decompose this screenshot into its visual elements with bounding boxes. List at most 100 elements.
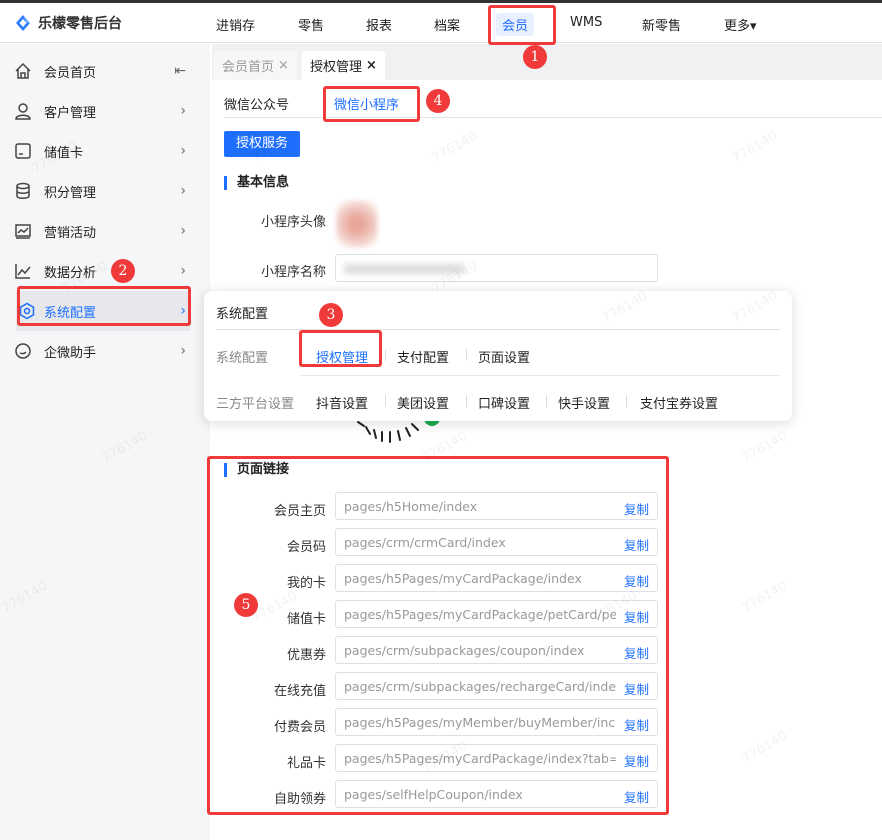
sidebar: 会员首页 ⇤ 客户管理 › 储值卡 › 积分管理 › 营销活动 › 数据分析 › 系统配置…	[0, 44, 210, 840]
link-label: 在线充值	[273, 684, 326, 699]
link-field[interactable]: pages/crm/subpackages/coupon/index 复制	[335, 636, 658, 664]
nav-inventory[interactable]: 进销存	[216, 15, 255, 34]
sidebar-item-stored-card[interactable]: 储值卡 ›	[0, 131, 200, 171]
chat-icon	[15, 343, 31, 359]
miniprogram-name-field[interactable]	[335, 254, 658, 282]
sidebar-item-points[interactable]: 积分管理 ›	[0, 171, 200, 211]
divider	[300, 375, 780, 376]
copy-button[interactable]: 复制	[624, 787, 649, 806]
tab-member-home[interactable]: 会员首页 ×	[214, 51, 297, 80]
main-content: 会员首页 × 授权管理 × 微信公众号 微信小程序 授权服务 基本信息 小程序头像 …	[212, 44, 882, 840]
link-value[interactable]: pages/crm/subpackages/rechargeCard/index	[344, 679, 616, 694]
menu-page-settings[interactable]: 页面设置	[478, 347, 530, 366]
link-value[interactable]: pages/crm/crmCard/index	[344, 535, 616, 550]
tab-wechat-official[interactable]: 微信公众号	[224, 94, 289, 113]
link-label: 优惠券	[286, 648, 326, 663]
avatar-label: 小程序头像	[260, 215, 326, 230]
nav-more[interactable]: 更多▾	[724, 15, 757, 34]
link-value[interactable]: pages/selfHelpCoupon/index	[344, 787, 616, 802]
link-label: 会员主页	[273, 504, 326, 519]
divider	[216, 329, 780, 330]
nav-retail[interactable]: 零售	[298, 15, 324, 34]
link-field[interactable]: pages/h5Pages/myCardPackage/index?tab=1 复…	[335, 744, 658, 772]
chevron-right-icon: ›	[180, 183, 186, 199]
link-field[interactable]: pages/crm/crmCard/index 复制	[335, 528, 658, 556]
copy-button[interactable]: 复制	[624, 751, 649, 770]
menu-koubei-settings[interactable]: 口碑设置	[478, 393, 530, 412]
nav-reports[interactable]: 报表	[366, 15, 392, 34]
copy-button[interactable]: 复制	[624, 643, 649, 662]
annotation-number-4: 4	[426, 89, 450, 113]
auth-service-button[interactable]: 授权服务	[224, 131, 301, 157]
menu-payment-config[interactable]: 支付配置	[397, 347, 449, 366]
link-value[interactable]: pages/h5Pages/myCardPackage/petCard/pe	[344, 607, 616, 622]
copy-button[interactable]: 复制	[624, 535, 649, 554]
tab-wechat-miniprogram[interactable]: 微信小程序	[334, 94, 400, 121]
copy-button[interactable]: 复制	[624, 679, 649, 698]
link-label: 礼品卡	[286, 756, 326, 771]
user-icon	[15, 103, 31, 120]
link-value[interactable]: pages/h5Pages/myMember/buyMember/inc	[344, 715, 616, 730]
collapse-sidebar-icon[interactable]: ⇤	[174, 63, 186, 79]
card-icon	[15, 143, 31, 159]
nav-archive[interactable]: 档案	[434, 15, 460, 34]
annotation-number-2: 2	[111, 259, 135, 283]
link-field[interactable]: pages/h5Pages/myCardPackage/index 复制	[335, 564, 658, 592]
logo[interactable]: 乐檬零售后台	[14, 13, 122, 33]
chevron-right-icon: ›	[180, 223, 186, 239]
page-tabs: 会员首页 × 授权管理 ×	[212, 44, 882, 80]
page-links-heading: 页面链接	[224, 463, 289, 477]
annotation-number-1: 1	[523, 45, 547, 69]
sidebar-item-customers[interactable]: 客户管理 ›	[0, 91, 200, 131]
copy-button[interactable]: 复制	[624, 607, 649, 626]
sidebar-item-analytics[interactable]: 数据分析 ›	[0, 251, 200, 291]
nav-new-retail[interactable]: 新零售	[642, 15, 681, 34]
link-value[interactable]: pages/h5Pages/myCardPackage/index?tab=1	[344, 751, 616, 766]
separator	[466, 349, 467, 361]
sidebar-item-system-config[interactable]: 系统配置 ›	[16, 291, 190, 331]
link-field[interactable]: pages/selfHelpCoupon/index 复制	[335, 780, 658, 808]
sidebar-item-wecom-assistant[interactable]: 企微助手 ›	[0, 331, 200, 371]
database-icon	[16, 182, 30, 199]
annotation-number-3: 3	[319, 303, 343, 327]
separator	[385, 349, 386, 361]
name-label: 小程序名称	[260, 265, 326, 280]
link-field[interactable]: pages/h5Home/index 复制	[335, 492, 658, 520]
menu-meituan-settings[interactable]: 美团设置	[397, 393, 449, 412]
link-value[interactable]: pages/h5Pages/myCardPackage/index	[344, 571, 616, 586]
menu-douyin-settings[interactable]: 抖音设置	[316, 393, 368, 412]
basic-info-heading: 基本信息	[224, 176, 289, 190]
system-config-flyout: 系统配置 系统配置 授权管理 支付配置 页面设置 三方平台设置 抖音设置 美团设…	[204, 291, 792, 421]
link-field[interactable]: pages/h5Pages/myCardPackage/petCard/pe 复制	[335, 600, 658, 628]
logo-icon	[16, 15, 30, 31]
flyout-title: 系统配置	[216, 307, 269, 322]
menu-kuaishou-settings[interactable]: 快手设置	[558, 393, 610, 412]
chevron-right-icon: ›	[180, 343, 186, 359]
close-icon[interactable]: ×	[278, 58, 289, 73]
sub-tabs: 微信公众号 微信小程序	[224, 80, 882, 121]
link-value[interactable]: pages/h5Home/index	[344, 499, 616, 514]
home-icon	[15, 62, 31, 79]
close-icon[interactable]: ×	[366, 58, 377, 73]
link-value[interactable]: pages/crm/subpackages/coupon/index	[344, 643, 616, 658]
copy-button[interactable]: 复制	[624, 499, 649, 518]
link-field[interactable]: pages/crm/subpackages/rechargeCard/index…	[335, 672, 658, 700]
menu-alipay-coupon-settings[interactable]: 支付宝券设置	[640, 393, 718, 412]
copy-button[interactable]: 复制	[624, 571, 649, 590]
nav-wms[interactable]: WMS	[570, 15, 602, 30]
nav-member[interactable]: 会员	[496, 13, 535, 36]
annotation-number-5: 5	[234, 593, 258, 617]
link-label: 我的卡	[286, 576, 326, 591]
link-field[interactable]: pages/h5Pages/myMember/buyMember/inc 复制	[335, 708, 658, 736]
line-chart-icon	[15, 264, 31, 279]
header: 乐檬零售后台 进销存 零售 报表 档案 会员 WMS 新零售 更多▾	[0, 3, 882, 43]
settings-icon	[19, 302, 35, 320]
tab-auth-management[interactable]: 授权管理 ×	[302, 51, 385, 80]
sidebar-item-member-home[interactable]: 会员首页 ⇤	[0, 51, 200, 91]
menu-auth-management[interactable]: 授权管理	[316, 347, 368, 366]
separator	[466, 395, 467, 407]
copy-button[interactable]: 复制	[624, 715, 649, 734]
link-label: 自助领券	[273, 792, 326, 807]
separator	[385, 395, 386, 407]
sidebar-item-marketing[interactable]: 营销活动 ›	[0, 211, 200, 251]
